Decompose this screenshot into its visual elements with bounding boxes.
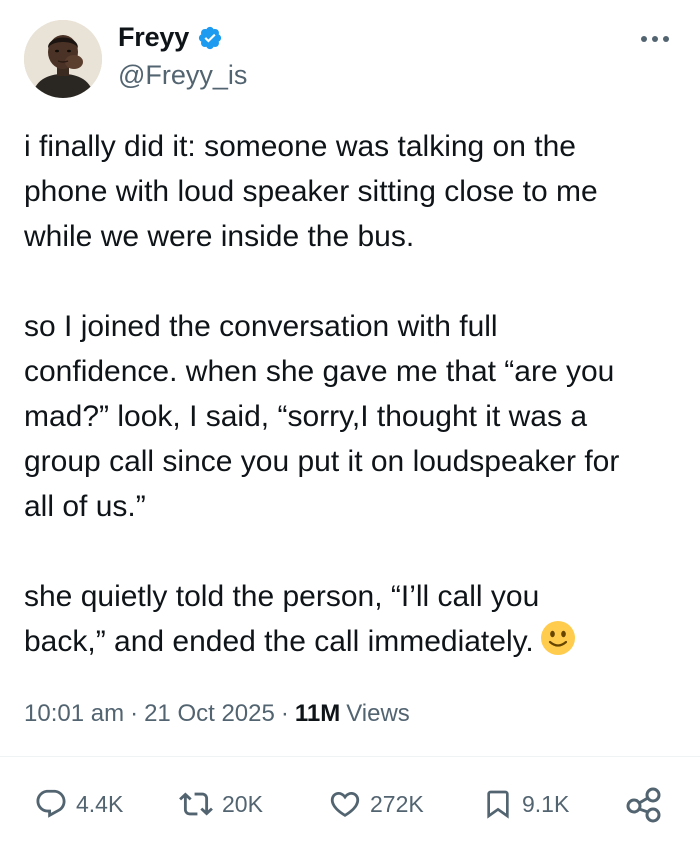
tweet-date[interactable]: 21 Oct 2025 bbox=[144, 700, 275, 728]
reply-button[interactable]: 4.4K bbox=[34, 776, 123, 832]
tweet-time[interactable]: 10:01 am bbox=[24, 700, 124, 728]
tweet-meta: 10:01 am · 21 Oct 2025 · 11M Views bbox=[24, 700, 410, 728]
tweet-paragraph-1: i finally did it: someone was talking on… bbox=[24, 130, 598, 253]
repost-button[interactable]: 20K bbox=[178, 776, 263, 832]
tweet-paragraph-3: she quietly told the person, “I’ll call … bbox=[24, 580, 540, 658]
avatar[interactable] bbox=[24, 20, 102, 98]
tweet-paragraph-2: so I joined the conversation with full c… bbox=[24, 310, 620, 523]
share-button[interactable] bbox=[624, 776, 664, 832]
avatar-image bbox=[24, 20, 102, 98]
like-count: 272K bbox=[370, 790, 424, 817]
repost-icon bbox=[179, 792, 213, 816]
tweet-card: Freyy @Freyy_is i finally did it: someon… bbox=[0, 0, 700, 846]
meta-separator: · bbox=[280, 700, 289, 727]
views-label: Views bbox=[346, 700, 410, 727]
verified-badge-icon bbox=[198, 26, 222, 49]
meta-separator: · bbox=[130, 700, 139, 727]
views-count: 11M bbox=[294, 700, 341, 727]
like-button[interactable]: 272K bbox=[328, 776, 424, 832]
share-icon bbox=[626, 787, 661, 823]
divider bbox=[0, 756, 700, 757]
bookmark-count: 9.1K bbox=[522, 790, 570, 817]
tweet-text: i finally did it: someone was talking on… bbox=[24, 124, 684, 664]
user-handle[interactable]: @Freyy_is bbox=[118, 60, 247, 91]
heart-icon bbox=[330, 791, 360, 817]
reply-count: 4.4K bbox=[76, 790, 124, 817]
repost-count: 20K bbox=[222, 790, 263, 817]
action-bar: 4.4K 20K 272K 9.1K bbox=[0, 776, 700, 832]
display-name[interactable]: Freyy bbox=[118, 22, 189, 53]
bookmark-icon bbox=[487, 790, 509, 819]
bookmark-button[interactable]: 9.1K bbox=[482, 776, 569, 832]
tweet-paragraph-3-wrap: she quietly told the person, “I’ll call … bbox=[24, 574, 684, 664]
slightly-smiling-face-icon bbox=[540, 621, 575, 655]
reply-icon bbox=[36, 789, 66, 818]
more-options-icon[interactable] bbox=[632, 26, 678, 52]
author-name-row[interactable]: Freyy bbox=[118, 22, 223, 53]
